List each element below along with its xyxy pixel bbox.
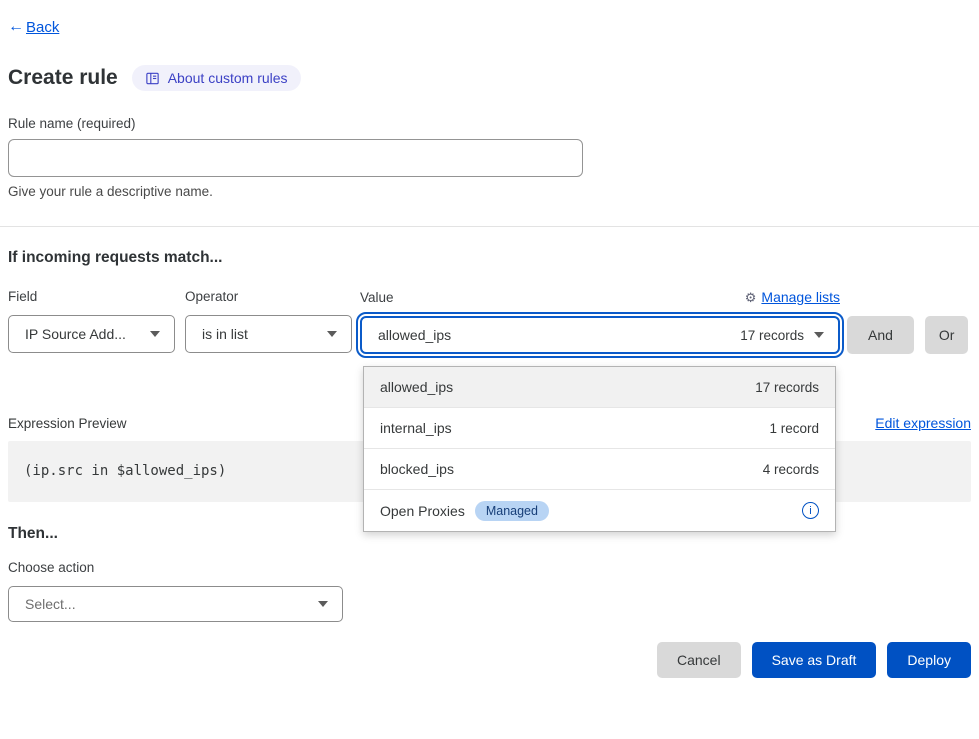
list-option-name: internal_ips <box>380 420 452 436</box>
expression-code: (ip.src in $allowed_ips) <box>24 463 226 479</box>
managed-badge: Managed <box>475 501 549 521</box>
list-option-name: allowed_ips <box>380 379 453 395</box>
value-select[interactable]: allowed_ips 17 records <box>360 316 840 354</box>
back-label: Back <box>26 19 59 36</box>
rule-name-input[interactable] <box>8 139 583 177</box>
lists-dropdown: allowed_ips 17 records internal_ips 1 re… <box>363 366 836 532</box>
operator-column: Operator is in list <box>185 289 352 353</box>
deploy-button[interactable]: Deploy <box>887 642 971 678</box>
field-column: Field IP Source Add... <box>8 289 175 353</box>
field-select-value: IP Source Add... <box>25 326 126 342</box>
create-rule-page: ←Back Create rule About custom rules Rul… <box>0 0 979 739</box>
value-header: Value Manage lists <box>360 289 840 305</box>
list-option-allowed-ips[interactable]: allowed_ips 17 records <box>364 367 835 408</box>
about-custom-rules-label: About custom rules <box>168 70 288 86</box>
list-option-meta: 4 records <box>763 462 819 477</box>
value-column: Value Manage lists allowed_ips 17 record… <box>360 289 840 354</box>
match-section-heading: If incoming requests match... <box>8 249 971 267</box>
list-option-name: blocked_ips <box>380 461 454 477</box>
field-label: Field <box>8 289 175 304</box>
list-option-left: Open Proxies Managed <box>380 501 549 521</box>
operator-select[interactable]: is in list <box>185 315 352 353</box>
value-label: Value <box>360 290 394 305</box>
save-as-draft-button[interactable]: Save as Draft <box>752 642 877 678</box>
info-icon[interactable] <box>802 502 819 519</box>
choose-action-placeholder: Select... <box>25 596 76 612</box>
book-icon <box>145 71 160 86</box>
list-option-blocked-ips[interactable]: blocked_ips 4 records <box>364 449 835 490</box>
gear-icon <box>745 291 757 304</box>
manage-lists-label: Manage lists <box>761 289 840 305</box>
operator-label: Operator <box>185 289 352 304</box>
field-select[interactable]: IP Source Add... <box>8 315 175 353</box>
manage-lists-link[interactable]: Manage lists <box>745 289 840 305</box>
choose-action-select[interactable]: Select... <box>8 586 343 622</box>
and-button[interactable]: And <box>847 316 914 354</box>
value-select-value: allowed_ips <box>378 327 451 343</box>
cancel-button[interactable]: Cancel <box>657 642 741 678</box>
chevron-down-icon <box>150 331 160 337</box>
value-select-meta: 17 records <box>740 328 804 343</box>
rule-name-helper: Give your rule a descriptive name. <box>8 184 971 199</box>
back-link[interactable]: ←Back <box>8 18 59 36</box>
value-select-right: 17 records <box>740 328 824 343</box>
chevron-down-icon <box>318 601 328 607</box>
chevron-down-icon <box>814 332 824 338</box>
edit-expression-link[interactable]: Edit expression <box>875 415 971 431</box>
footer-actions: Cancel Save as Draft Deploy <box>8 642 971 678</box>
andor-buttons: And Or <box>847 316 968 354</box>
list-option-meta: 1 record <box>769 421 819 436</box>
list-option-meta: 17 records <box>755 380 819 395</box>
list-option-open-proxies[interactable]: Open Proxies Managed <box>364 490 835 531</box>
about-custom-rules-link[interactable]: About custom rules <box>132 65 301 91</box>
page-title: Create rule <box>8 66 118 90</box>
list-option-internal-ips[interactable]: internal_ips 1 record <box>364 408 835 449</box>
chevron-down-icon <box>327 331 337 337</box>
or-button[interactable]: Or <box>925 316 969 354</box>
operator-select-value: is in list <box>202 326 248 342</box>
list-option-name: Open Proxies <box>380 503 465 519</box>
expression-preview-label: Expression Preview <box>8 416 127 431</box>
section-divider <box>0 226 979 227</box>
rule-name-label: Rule name (required) <box>8 116 971 131</box>
back-arrow-icon: ← <box>8 18 24 36</box>
title-row: Create rule About custom rules <box>8 65 971 91</box>
condition-row: Field IP Source Add... Operator is in li… <box>8 289 971 354</box>
choose-action-label: Choose action <box>8 560 971 575</box>
